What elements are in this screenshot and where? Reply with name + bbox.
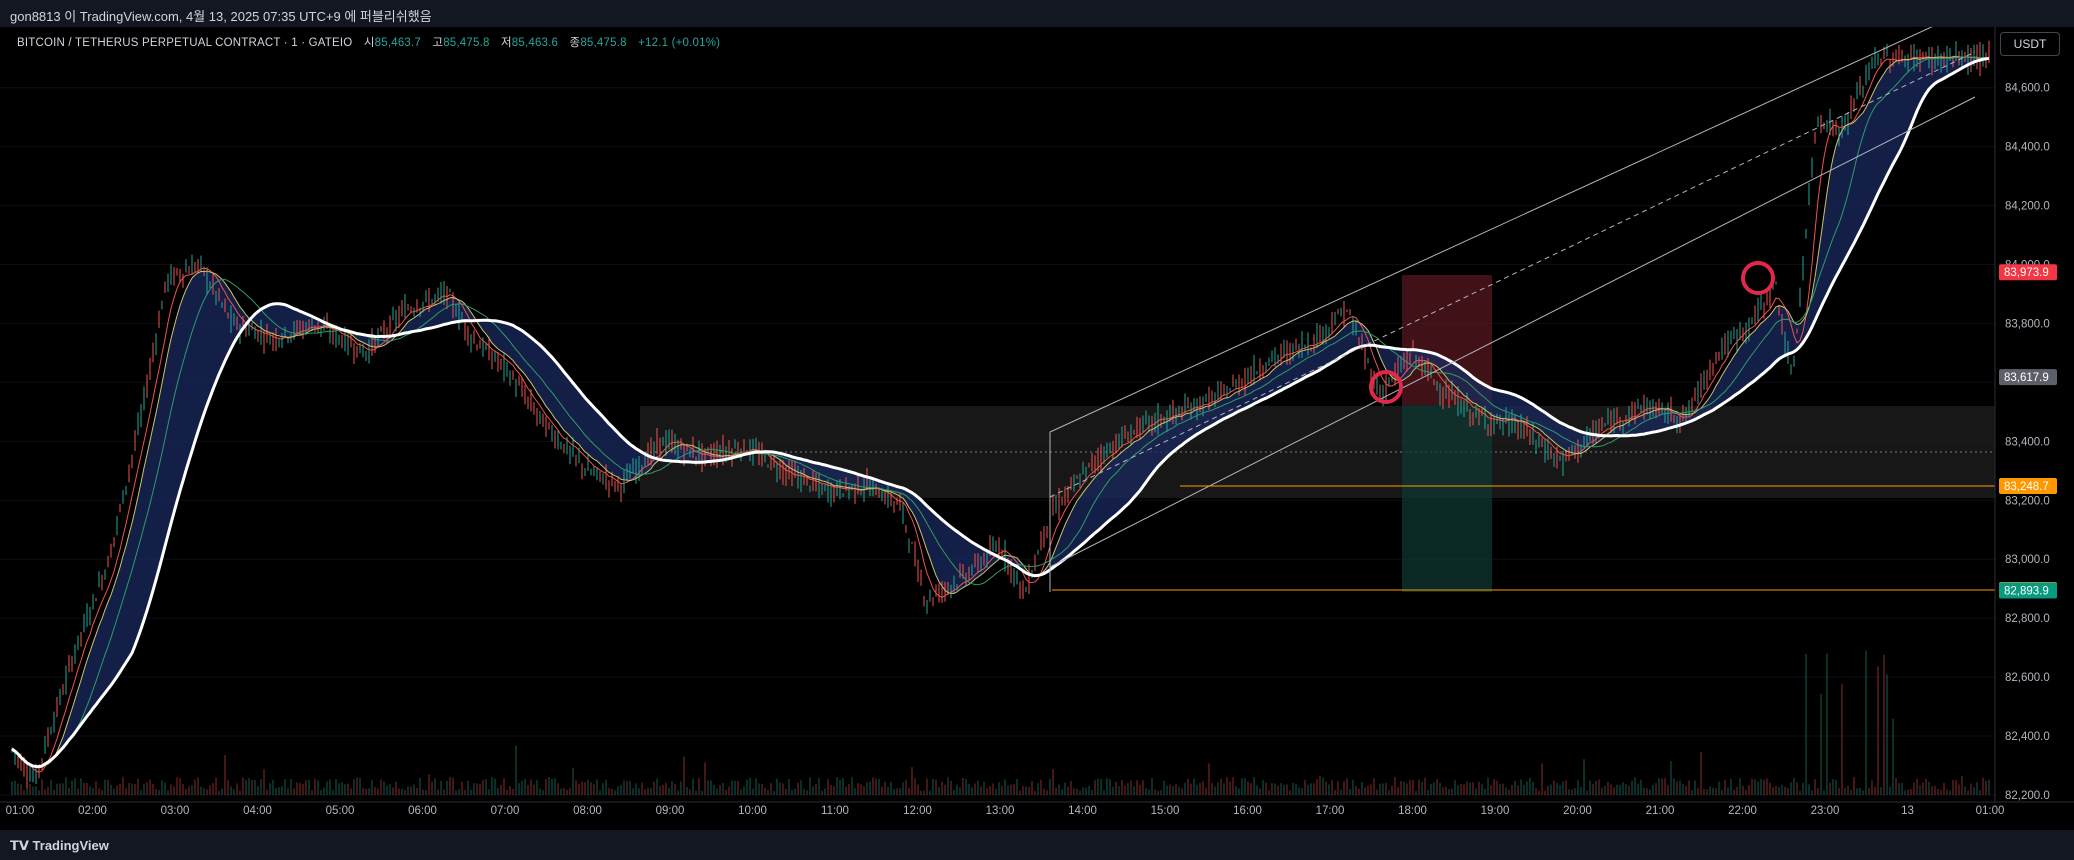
horizontal-lines[interactable] xyxy=(1052,485,1995,591)
time-axis[interactable]: 01:00 02:00 03:00 04:00 05:00 06:00 07:00 08:00… xyxy=(0,801,2074,830)
time-tick-label: 13:00 xyxy=(986,805,1015,817)
price-label-text: 82,893.9 xyxy=(2004,586,2049,598)
time-tick-label: 23:00 xyxy=(1811,805,1840,817)
time-tick-label: 06:00 xyxy=(408,805,437,817)
tradingview-logo[interactable]: 𝗧𝗩 TradingView xyxy=(10,838,109,854)
change-value: +12.1 (+0.01%) xyxy=(638,37,721,49)
time-tick-label: 02:00 xyxy=(78,805,107,817)
close-label: 종 xyxy=(569,37,581,49)
price-tick-label: 82,600.0 xyxy=(2005,672,2050,684)
tv-logo-icon: 𝗧𝗩 xyxy=(10,838,33,853)
time-tick-label: 03:00 xyxy=(161,805,190,817)
price-label-text: 83,973.9 xyxy=(2004,267,2049,279)
footer: 𝗧𝗩 TradingView xyxy=(0,830,2074,860)
time-tick-label: 08:00 xyxy=(573,805,602,817)
time-tick-label: 11:00 xyxy=(821,805,849,817)
price-tick-label: 84,600.0 xyxy=(2005,83,2050,95)
price-tick-label: 84,400.0 xyxy=(2005,142,2050,154)
time-tick-label: 01:00 xyxy=(6,805,35,817)
time-tick-label: 12:00 xyxy=(903,805,932,817)
time-tick-label: 01:00 xyxy=(1976,805,2005,817)
short-target-box xyxy=(1402,405,1492,592)
low-label: 저 xyxy=(500,37,512,49)
high-value: 85,475.8 xyxy=(443,37,490,49)
close-value: 85,475.8 xyxy=(580,37,627,49)
symbol-name[interactable]: BITCOIN / TETHERUS PERPETUAL CONTRACT · … xyxy=(17,37,352,49)
time-tick-label: 19:00 xyxy=(1481,805,1510,817)
time-axis-bg xyxy=(0,802,2074,830)
brand-text: TradingView xyxy=(32,838,109,853)
open-label: 시 xyxy=(363,37,375,49)
highlight-circle[interactable] xyxy=(1741,261,1775,295)
time-tick-label: 21:00 xyxy=(1646,805,1675,817)
price-tick-label: 82,800.0 xyxy=(2005,613,2050,625)
time-tick-label: 22:00 xyxy=(1728,805,1757,817)
time-tick-label: 04:00 xyxy=(243,805,272,817)
time-tick-label: 16:00 xyxy=(1233,805,1262,817)
time-tick-label: 09:00 xyxy=(656,805,685,817)
price-tick-label: 82,400.0 xyxy=(2005,731,2050,743)
time-tick-label: 13 xyxy=(1901,805,1914,817)
chart-pane[interactable]: 84,600.084,400.084,200.084,000.083,800.0… xyxy=(0,6,2074,830)
time-tick-label: 07:00 xyxy=(491,805,520,817)
price-tick-label: 83,400.0 xyxy=(2005,436,2050,448)
price-tick-label: 84,200.0 xyxy=(2005,201,2050,213)
price-chart-svg[interactable]: 84,600.084,400.084,200.084,000.083,800.0… xyxy=(0,6,2074,830)
symbol-legend: BITCOIN / TETHERUS PERPETUAL CONTRACT · … xyxy=(17,34,720,50)
open-value: 85,463.7 xyxy=(374,37,422,49)
time-tick-label: 14:00 xyxy=(1068,805,1097,817)
high-label: 고 xyxy=(432,37,444,49)
time-tick-label: 15:00 xyxy=(1151,805,1180,817)
currency-button[interactable]: USDT xyxy=(2000,32,2060,56)
price-label-text: 83,248.7 xyxy=(2004,481,2049,493)
price-tick-label: 83,800.0 xyxy=(2005,318,2050,330)
time-tick-label: 17:00 xyxy=(1316,805,1345,817)
price-tick-label: 83,200.0 xyxy=(2005,495,2050,507)
price-tick-label: 83,000.0 xyxy=(2005,554,2050,566)
volume-bars xyxy=(11,650,1990,795)
publish-bar: gon8813 이 TradingView.com, 4월 13, 2025 0… xyxy=(0,0,2074,27)
time-tick-label: 10:00 xyxy=(738,805,767,817)
price-tick-label: 82,200.0 xyxy=(2005,790,2050,802)
time-tick-label: 20:00 xyxy=(1563,805,1592,817)
price-label-text: 83,617.9 xyxy=(2004,372,2049,384)
trend-channel[interactable] xyxy=(1049,6,1976,592)
price-axis[interactable]: 84,600.084,400.084,200.084,000.083,800.0… xyxy=(1994,27,2074,830)
time-tick-label: 05:00 xyxy=(326,805,355,817)
time-tick-label: 18:00 xyxy=(1398,805,1427,817)
publish-info: gon8813 이 TradingView.com, 4월 13, 2025 0… xyxy=(10,9,432,24)
low-value: 85,463.6 xyxy=(511,37,559,49)
